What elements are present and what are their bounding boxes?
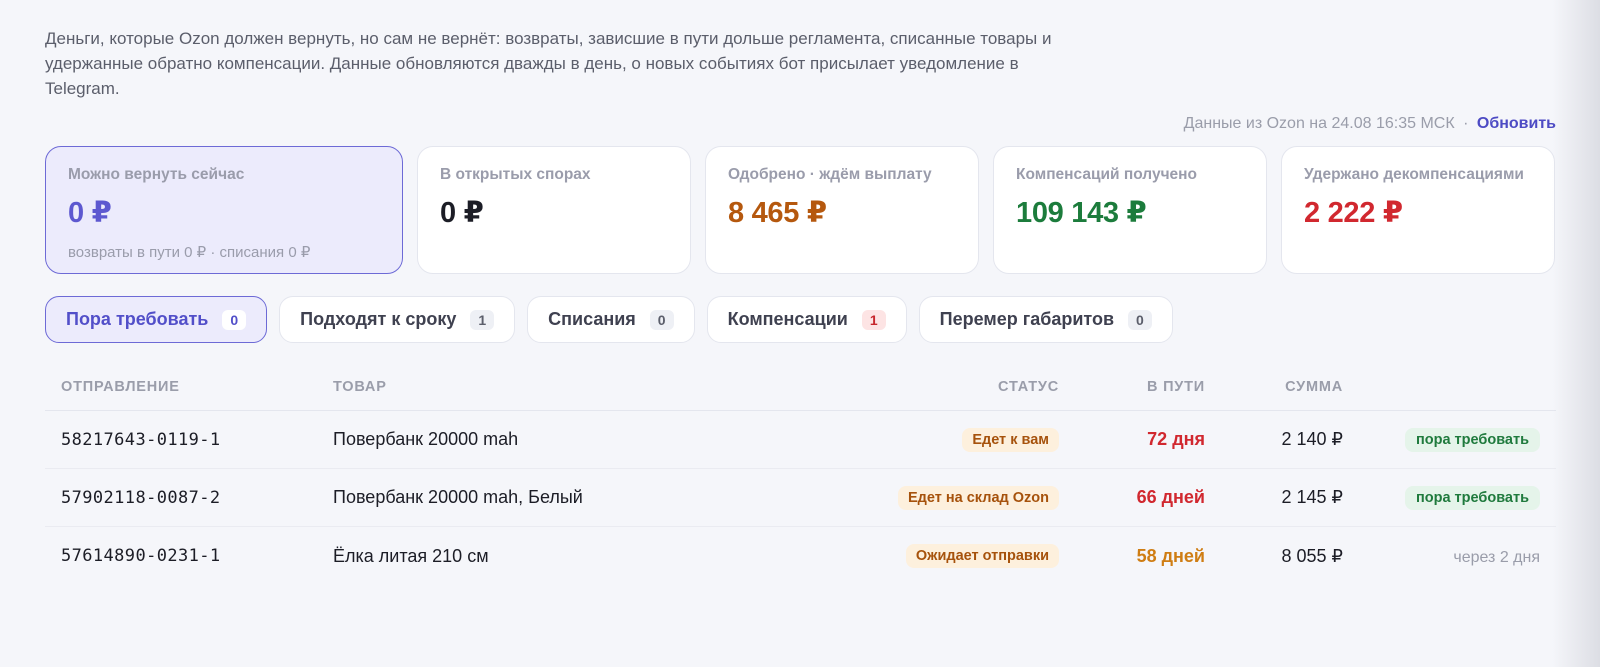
card-label: Можно вернуть сейчас — [68, 166, 245, 183]
returns-table: ОТПРАВЛЕНИЕ ТОВАР СТАТУС В ПУТИ СУММА 58… — [45, 363, 1556, 585]
card-return-now[interactable]: Можно вернуть сейчас 0 ₽ возвраты в пути… — [45, 146, 403, 274]
card-value: 0 ₽ — [68, 197, 112, 229]
tab-count-badge: 1 — [470, 309, 495, 330]
status-badge: Ожидает отправки — [905, 544, 1059, 568]
tab-count-badge: 0 — [1128, 309, 1152, 330]
product-name: Повербанк 20000 mah, Белый — [333, 487, 583, 507]
shipment-id: 57902118-0087-2 — [61, 487, 221, 508]
status-cell: Едет к вам — [733, 427, 1059, 452]
header-product[interactable]: ТОВАР — [333, 379, 733, 395]
tab-compensations[interactable]: Компенсации 1 — [706, 296, 907, 343]
row-sum: 2 140 ₽ — [1281, 429, 1344, 449]
table-row[interactable]: 57902118-0087-2 Повербанк 20000 mah, Бел… — [45, 469, 1556, 527]
action-cell: через 2 дня — [1343, 546, 1556, 567]
claim-badge[interactable]: пора требовать — [1404, 485, 1540, 510]
tab-count-badge: 0 — [222, 309, 247, 330]
card-withheld-decompensations[interactable]: Удержано декомпенсациями 2 222 ₽ — [1281, 146, 1555, 274]
card-label: В открытых спорах — [440, 166, 591, 183]
header-sum[interactable]: СУММА — [1205, 379, 1343, 395]
product-name: Повербанк 20000 mah — [333, 429, 519, 449]
status-badge: Едет к вам — [962, 427, 1059, 452]
refresh-link[interactable]: Обновить — [1477, 115, 1556, 132]
header-in-transit[interactable]: В ПУТИ — [1059, 379, 1205, 395]
shipment-id: 57614890-0231-1 — [61, 546, 221, 566]
right-edge-shadow — [1552, 0, 1600, 667]
status-cell: Едет на склад Ozon — [733, 485, 1059, 510]
card-label: Компенсаций получено — [1016, 166, 1198, 183]
card-label: Одобрено · ждём выплату — [728, 166, 932, 183]
header-status[interactable]: СТАТУС — [733, 379, 1059, 395]
claim-countdown: через 2 дня — [1453, 548, 1540, 566]
tab-count-badge: 1 — [861, 309, 886, 330]
header-shipment[interactable]: ОТПРАВЛЕНИЕ — [45, 379, 333, 395]
card-label: Удержано декомпенсациями — [1304, 166, 1524, 183]
action-cell: пора требовать — [1343, 485, 1556, 510]
table-header: ОТПРАВЛЕНИЕ ТОВАР СТАТУС В ПУТИ СУММА — [45, 363, 1556, 411]
tab-time-to-claim[interactable]: Пора требовать 0 — [45, 296, 268, 343]
summary-cards: Можно вернуть сейчас 0 ₽ возвраты в пути… — [45, 146, 1556, 274]
tab-label: Пора требовать — [66, 309, 209, 329]
row-sum: 8 055 ₽ — [1281, 545, 1344, 566]
page-content: Деньги, которые Ozon должен вернуть, но … — [45, 26, 1556, 585]
product-name: Ёлка литая 210 см — [333, 545, 489, 566]
tab-approaching-deadline[interactable]: Подходят к сроку 1 — [279, 296, 516, 343]
card-value: 109 143 ₽ — [1016, 197, 1147, 229]
table-row[interactable]: 58217643-0119-1 Повербанк 20000 mah Едет… — [45, 411, 1556, 469]
data-updated-line: Данные из Ozon на 24.08 16:35 МСК · Обно… — [45, 115, 1556, 135]
tab-label: Перемер габаритов — [939, 309, 1115, 329]
shipment-id: 58217643-0119-1 — [61, 429, 221, 450]
card-approved-awaiting[interactable]: Одобрено · ждём выплату 8 465 ₽ — [705, 146, 979, 274]
days-in-transit: 66 дней — [1136, 487, 1205, 507]
status-badge: Едет на склад Ozon — [898, 485, 1059, 510]
table-row[interactable]: 57614890-0231-1 Ёлка литая 210 см Ожидае… — [45, 527, 1556, 585]
tab-count-badge: 0 — [649, 309, 674, 330]
days-in-transit: 58 дней — [1136, 545, 1205, 566]
card-value: 8 465 ₽ — [728, 197, 827, 229]
tab-label: Подходят к сроку — [300, 309, 457, 329]
tab-dimension-remeasure[interactable]: Перемер габаритов 0 — [918, 296, 1173, 343]
card-subtext: возвраты в пути 0 ₽ · списания 0 ₽ — [68, 244, 311, 261]
card-open-disputes[interactable]: В открытых спорах 0 ₽ — [417, 146, 691, 274]
filter-tabs: Пора требовать 0 Подходят к сроку 1 Спис… — [45, 296, 1556, 343]
row-sum: 2 145 ₽ — [1281, 487, 1344, 507]
card-value: 0 ₽ — [440, 197, 484, 229]
intro-text: Деньги, которые Ozon должен вернуть, но … — [45, 29, 1052, 98]
updated-timestamp: Данные из Ozon на 24.08 16:35 МСК — [1183, 115, 1455, 132]
tab-label: Списания — [548, 309, 636, 329]
claim-badge[interactable]: пора требовать — [1404, 427, 1540, 452]
updated-separator: · — [1463, 115, 1469, 132]
tab-write-offs[interactable]: Списания 0 — [527, 296, 695, 343]
action-cell: пора требовать — [1343, 427, 1556, 452]
days-in-transit: 72 дня — [1147, 429, 1205, 449]
status-cell: Ожидает отправки — [733, 544, 1059, 568]
card-compensations-received[interactable]: Компенсаций получено 109 143 ₽ — [993, 146, 1267, 274]
card-value: 2 222 ₽ — [1304, 197, 1403, 229]
tab-label: Компенсации — [727, 309, 848, 329]
